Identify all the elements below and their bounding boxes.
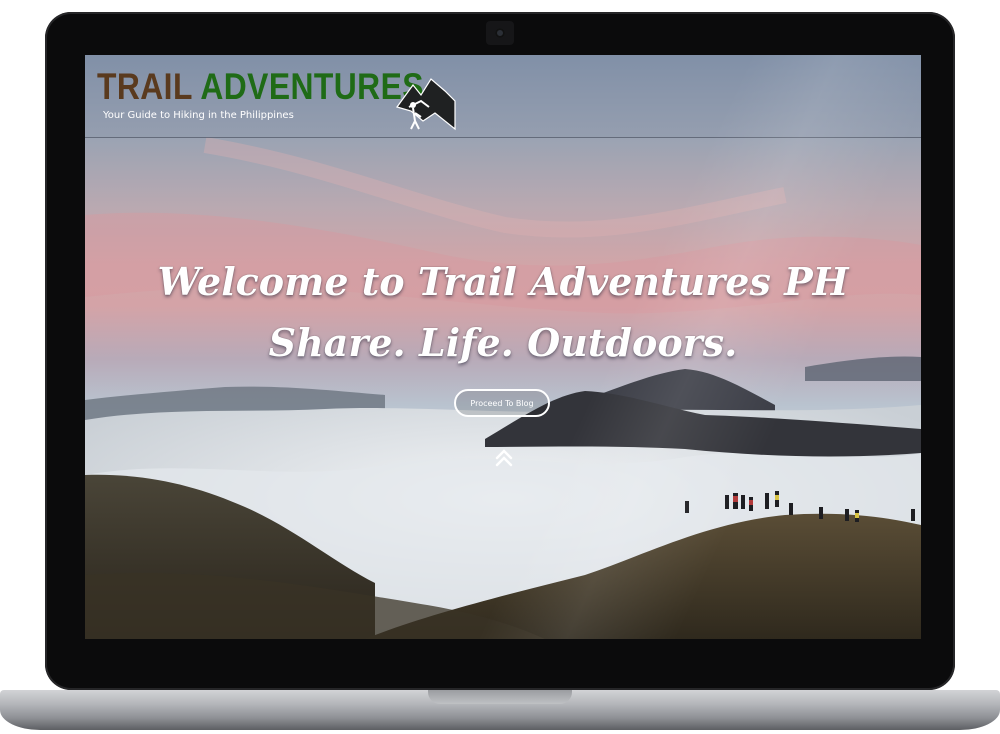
hero-subheading: Share. Life. Outdoors. xyxy=(268,320,738,365)
site-header: TRAIL ADVENTURES Your Guide to Hiking in… xyxy=(85,55,921,138)
logo-word-trail: TRAIL xyxy=(97,66,193,107)
hiker-mountain-icon xyxy=(396,78,456,131)
laptop-screen: TRAIL ADVENTURES Your Guide to Hiking in… xyxy=(85,55,921,639)
laptop-notch xyxy=(428,690,572,704)
webcam-icon xyxy=(486,21,514,45)
hero-heading: Welcome to Trail Adventures PH xyxy=(157,259,849,304)
site-logo-link[interactable]: TRAIL ADVENTURES Your Guide to Hiking in… xyxy=(97,65,456,131)
logo-word-adventures: ADVENTURES xyxy=(200,66,424,107)
proceed-to-blog-button[interactable]: Proceed To Blog xyxy=(454,389,550,417)
double-chevron-up-icon[interactable] xyxy=(493,447,515,469)
logo-tagline: Your Guide to Hiking in the Philippines xyxy=(103,110,294,121)
logo-wordmark: TRAIL ADVENTURES xyxy=(97,67,424,107)
